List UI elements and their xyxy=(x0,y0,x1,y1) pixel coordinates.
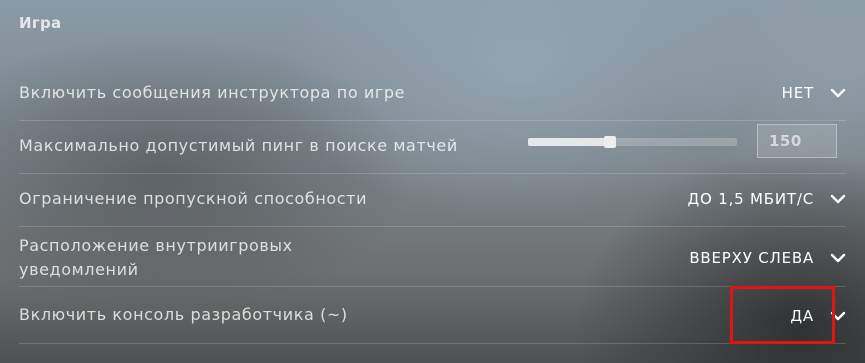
notification-position-dropdown[interactable]: ВВЕРХУ СЛЕВА xyxy=(606,244,846,272)
setting-label: Включить консоль разработчика (~) xyxy=(19,305,348,324)
developer-console-dropdown[interactable]: ДА xyxy=(646,302,846,330)
slider-fill xyxy=(528,138,610,146)
chevron-down-icon xyxy=(830,253,846,263)
max-ping-slider[interactable] xyxy=(528,136,737,148)
setting-label: Включить сообщения инструктора по игре xyxy=(19,83,406,102)
max-ping-input[interactable] xyxy=(757,124,837,158)
section-title: Игра xyxy=(19,14,62,32)
chevron-down-icon xyxy=(830,88,846,98)
setting-row-bandwidth-limit: Ограничение пропускной способности ДО 1,… xyxy=(19,173,846,227)
dropdown-value: НЕТ xyxy=(781,84,814,102)
dropdown-value: ВВЕРХУ СЛЕВА xyxy=(689,249,814,267)
setting-label: Ограничение пропускной способности xyxy=(19,189,368,208)
dropdown-value: ДО 1,5 МБИТ/С xyxy=(687,190,814,208)
setting-row-developer-console: Включить консоль разработчика (~) ДА xyxy=(19,286,846,344)
chevron-down-icon xyxy=(830,311,846,321)
setting-row-instructor-messages: Включить сообщения инструктора по игре Н… xyxy=(19,66,846,121)
setting-label-line-1: Расположение внутриигровых xyxy=(19,236,293,255)
setting-label-line-2: уведомлений xyxy=(19,260,139,279)
game-settings-panel: Игра Включить сообщения инструктора по и… xyxy=(0,0,865,363)
setting-label: Максимально допустимый пинг в поиске мат… xyxy=(19,136,458,155)
instructor-messages-dropdown[interactable]: НЕТ xyxy=(626,79,846,107)
slider-thumb[interactable] xyxy=(604,136,616,148)
dropdown-value: ДА xyxy=(790,307,814,325)
bandwidth-limit-dropdown[interactable]: ДО 1,5 МБИТ/С xyxy=(606,185,846,213)
chevron-down-icon xyxy=(830,194,846,204)
setting-row-max-ping: Максимально допустимый пинг в поиске мат… xyxy=(19,120,846,174)
setting-row-notification-position: Расположение внутриигровых уведомлений В… xyxy=(19,226,846,287)
